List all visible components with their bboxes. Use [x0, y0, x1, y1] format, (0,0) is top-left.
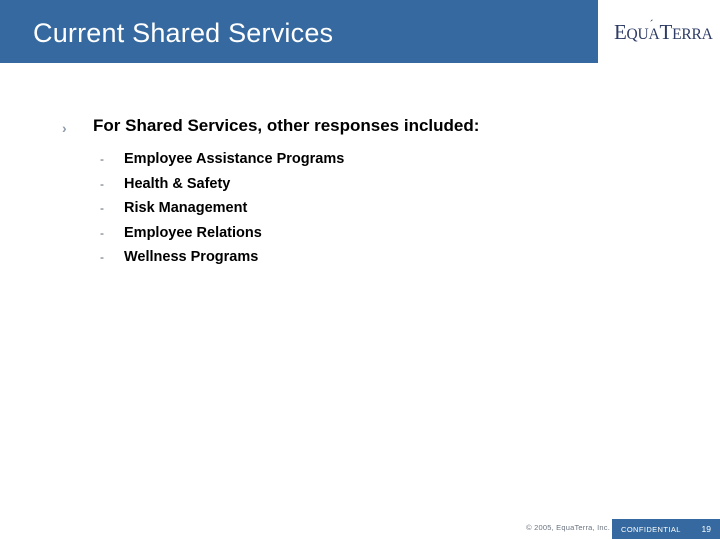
list-item: - Risk Management [100, 197, 344, 222]
equaterra-logo: EQUATERRA [614, 18, 713, 48]
confidential-label: CONFIDENTIAL [621, 525, 681, 534]
dash-icon: - [100, 201, 104, 216]
page-title: Current Shared Services [33, 18, 334, 48]
sub-bullet-list: - Employee Assistance Programs - Health … [100, 148, 344, 271]
sub-bullet-text: Employee Relations [124, 224, 262, 241]
logo-letters-qu: QU [626, 26, 649, 43]
list-item: - Health & Safety [100, 173, 344, 198]
dash-icon: - [100, 225, 104, 240]
list-item: - Wellness Programs [100, 246, 344, 271]
list-item: - Employee Assistance Programs [100, 148, 344, 173]
page-number: 19 [701, 524, 711, 534]
dash-icon: - [100, 176, 104, 191]
footer-confidential-bar: CONFIDENTIAL 19 [612, 519, 720, 539]
primary-bullet-item: › For Shared Services, other responses i… [62, 115, 479, 139]
list-item: - Employee Relations [100, 222, 344, 247]
copyright-text: © 2005, EquaTerra, Inc. [526, 523, 610, 532]
dash-icon: - [100, 152, 104, 166]
primary-bullet-text: For Shared Services, other responses inc… [93, 116, 480, 135]
sub-bullet-text: Risk Management [124, 200, 248, 217]
logo-letter-a-accent: A [649, 18, 660, 43]
chevron-right-icon: › [62, 120, 67, 136]
logo-letters-erra: ERRA [672, 26, 713, 43]
sub-bullet-text: Health & Safety [124, 175, 231, 192]
logo-letter-t: T [659, 20, 673, 44]
dash-icon: - [100, 250, 104, 265]
sub-bullet-text: Wellness Programs [124, 249, 259, 266]
sub-bullet-text: Employee Assistance Programs [124, 151, 345, 167]
logo-letter-e: E [614, 20, 627, 44]
slide-header-bar: Current Shared Services [0, 0, 598, 63]
